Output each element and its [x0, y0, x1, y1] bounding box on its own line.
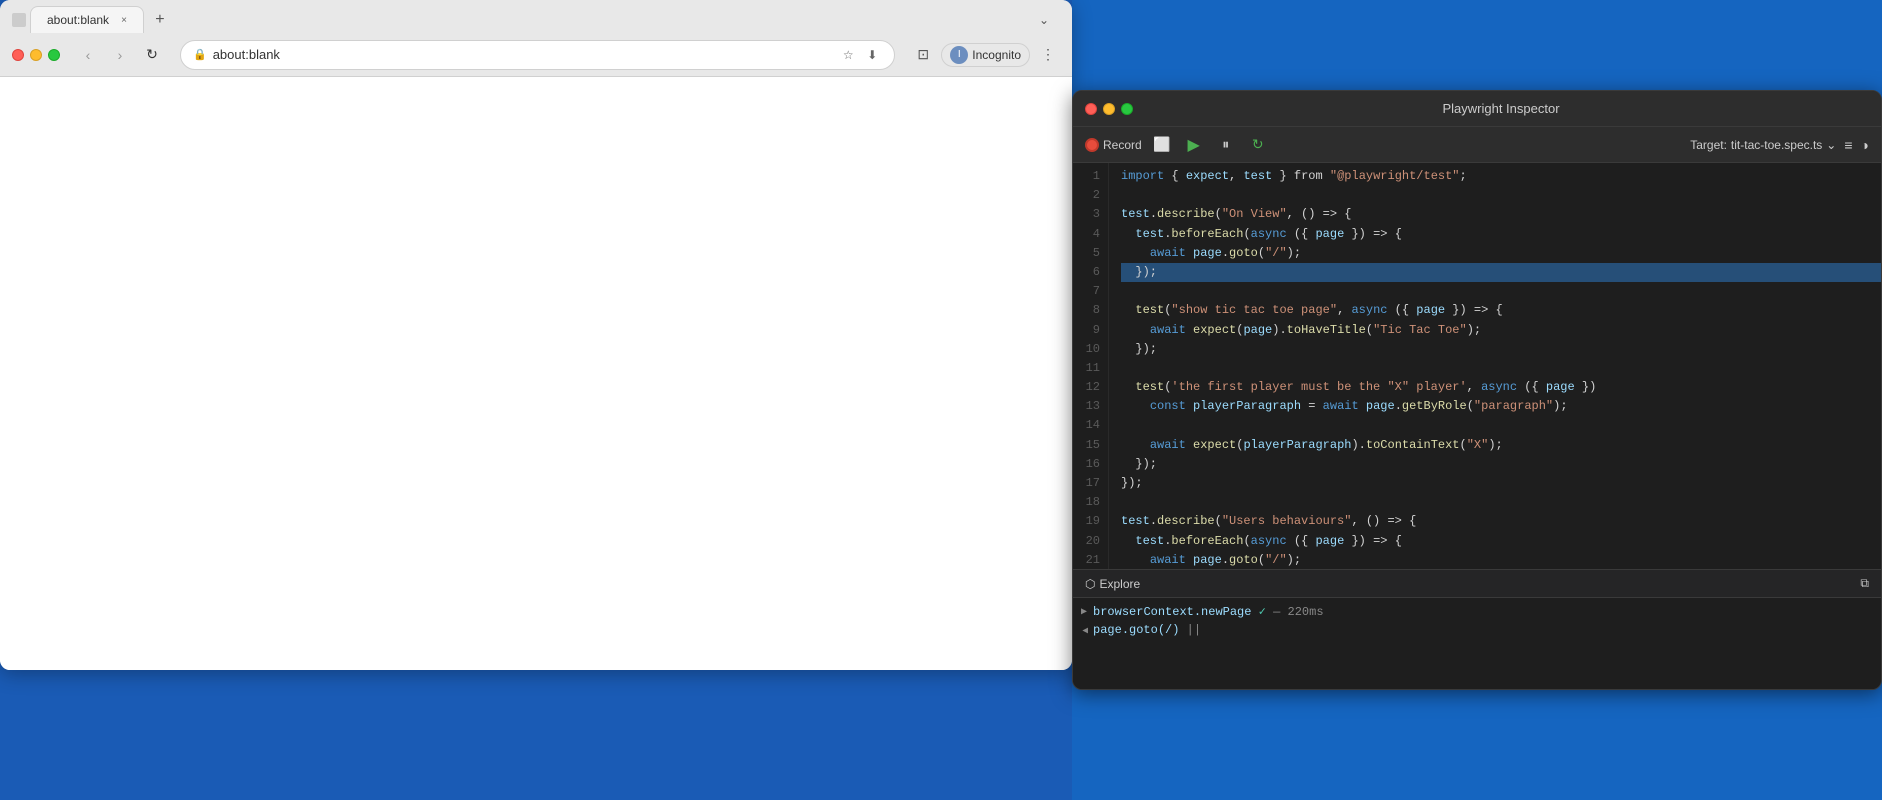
code-line-20: test.beforeEach(async ({ page }) => {	[1121, 532, 1881, 551]
code-line-18	[1121, 493, 1881, 512]
address-bar-actions: ☆ ⬇	[838, 45, 882, 65]
inspector-traffic-lights	[1085, 103, 1133, 115]
download-btn[interactable]: ⬇	[862, 45, 882, 65]
line-numbers: 12345 678910 1112131415 1617181920 21	[1073, 163, 1109, 569]
code-line-17: });	[1121, 474, 1881, 493]
explore-tab: ⬡ Explore ⧉	[1073, 570, 1881, 598]
tab-title: about:blank	[47, 13, 109, 27]
explore-text: Explore	[1099, 577, 1140, 591]
tab-menu-btn[interactable]: ⌄	[1032, 8, 1056, 32]
target-dropdown[interactable]: tit-tac-toe.spec.ts ⌄	[1731, 138, 1836, 152]
browser-navbar: ‹ › ↻ 🔒 about:blank ☆ ⬇ ⊡ I Incognito ⋮	[0, 33, 1072, 77]
chevron-down-icon[interactable]: ▼	[1079, 627, 1090, 633]
explore-icon: ⬡	[1085, 577, 1095, 591]
back-btn[interactable]: ‹	[76, 43, 100, 67]
inspector-bottom-panel: ⬡ Explore ⧉ ▶ browserContext.newPage ✓ —…	[1073, 569, 1881, 689]
code-line-5: await page.goto("/");	[1121, 244, 1881, 263]
theme-btn[interactable]: ◑	[1861, 137, 1869, 153]
code-line-3: test.describe("On View", () => {	[1121, 205, 1881, 224]
profile-avatar: I	[950, 46, 968, 64]
log-entry-1: ▶ browserContext.newPage ✓ — 220ms	[1081, 602, 1873, 621]
browser-window: about:blank × + ⌄ ‹ › ↻ 🔒 about:blank ☆ …	[0, 0, 1072, 670]
target-selector: Target: tit-tac-toe.spec.ts ⌄	[1690, 138, 1836, 152]
log-entry-2-text: page.goto(/) ||	[1093, 623, 1201, 637]
code-line-7	[1121, 282, 1881, 301]
code-line-19: test.describe("Users behaviours", () => …	[1121, 512, 1881, 531]
target-label: Target:	[1690, 138, 1727, 152]
code-line-6: });	[1121, 263, 1881, 282]
log-entry-2: ▼ page.goto(/) ||	[1081, 621, 1873, 639]
inspector-close-btn[interactable]	[1085, 103, 1097, 115]
code-line-4: test.beforeEach(async ({ page }) => {	[1121, 225, 1881, 244]
copy-btn[interactable]: ⧉	[1860, 576, 1869, 591]
browser-content	[0, 77, 1072, 670]
log-entries: ▶ browserContext.newPage ✓ — 220ms ▼ pag…	[1073, 598, 1881, 689]
browser-tab[interactable]: about:blank ×	[30, 6, 144, 33]
code-line-9: await expect(page).toHaveTitle("Tic Tac …	[1121, 321, 1881, 340]
forward-btn[interactable]: ›	[108, 43, 132, 67]
inspector-title: Playwright Inspector	[1133, 101, 1869, 116]
code-line-2	[1121, 186, 1881, 205]
tab-bar: about:blank × + ⌄	[0, 0, 1072, 33]
address-bar-container: 🔒 about:blank ☆ ⬇	[180, 40, 895, 70]
new-tab-btn[interactable]: +	[148, 8, 172, 32]
copy-code-btn[interactable]: ⬜	[1150, 133, 1174, 157]
inspector-maximize-btn[interactable]	[1121, 103, 1133, 115]
explore-label: ⬡ Explore	[1085, 577, 1140, 591]
inspector-toolbar: Record ⬜ ▶ ⏸ ↻ Target: tit-tac-toe.spec.…	[1073, 127, 1881, 163]
chevron-right-icon[interactable]: ▶	[1081, 606, 1087, 618]
bookmark-btn[interactable]: ☆	[838, 45, 858, 65]
sidebar-toggle-btn[interactable]: ⊡	[911, 43, 935, 67]
code-line-21: await page.goto("/");	[1121, 551, 1881, 569]
code-line-8: test("show tic tac toe page", async ({ p…	[1121, 301, 1881, 320]
browser-menu-btn[interactable]: ⋮	[1036, 43, 1060, 67]
profile-btn[interactable]: I Incognito	[941, 43, 1030, 67]
chevron-down-icon: ⌄	[1826, 138, 1836, 152]
code-line-12: test('the first player must be the "X" p…	[1121, 378, 1881, 397]
code-content[interactable]: import { expect, test } from "@playwrigh…	[1109, 163, 1881, 569]
list-btn[interactable]: ≡	[1844, 137, 1852, 153]
lock-icon: 🔒	[193, 48, 207, 61]
tab-close-btn[interactable]: ×	[121, 15, 127, 26]
minimize-btn[interactable]	[30, 49, 42, 61]
toolbar-right: ⊡ I Incognito ⋮	[911, 43, 1060, 67]
close-btn[interactable]	[12, 49, 24, 61]
log-entry-1-text: browserContext.newPage ✓ — 220ms	[1093, 604, 1324, 619]
code-line-13: const playerParagraph = await page.getBy…	[1121, 397, 1881, 416]
code-editor: 12345 678910 1112131415 1617181920 21 im…	[1073, 163, 1881, 569]
code-line-1: import { expect, test } from "@playwrigh…	[1121, 167, 1881, 186]
code-line-11	[1121, 359, 1881, 378]
code-line-10: });	[1121, 340, 1881, 359]
code-line-16: });	[1121, 455, 1881, 474]
pause-btn[interactable]: ⏸	[1214, 133, 1238, 157]
maximize-btn[interactable]	[48, 49, 60, 61]
step-btn[interactable]: ↻	[1246, 133, 1270, 157]
reload-btn[interactable]: ↻	[140, 43, 164, 67]
play-btn[interactable]: ▶	[1182, 133, 1206, 157]
target-file: tit-tac-toe.spec.ts	[1731, 138, 1822, 152]
code-line-14	[1121, 416, 1881, 435]
record-btn[interactable]: Record	[1085, 138, 1142, 152]
traffic-lights	[12, 49, 60, 61]
record-label: Record	[1103, 138, 1142, 152]
playwright-inspector: Playwright Inspector Record ⬜ ▶ ⏸ ↻ Targ…	[1072, 90, 1882, 690]
tab-favicon	[12, 13, 26, 27]
profile-label: Incognito	[972, 48, 1021, 62]
record-icon	[1085, 138, 1099, 152]
browser-nav: ‹ › ↻	[76, 43, 164, 67]
code-line-15: await expect(playerParagraph).toContainT…	[1121, 436, 1881, 455]
address-bar[interactable]: about:blank	[213, 47, 833, 62]
inspector-titlebar: Playwright Inspector	[1073, 91, 1881, 127]
inspector-minimize-btn[interactable]	[1103, 103, 1115, 115]
